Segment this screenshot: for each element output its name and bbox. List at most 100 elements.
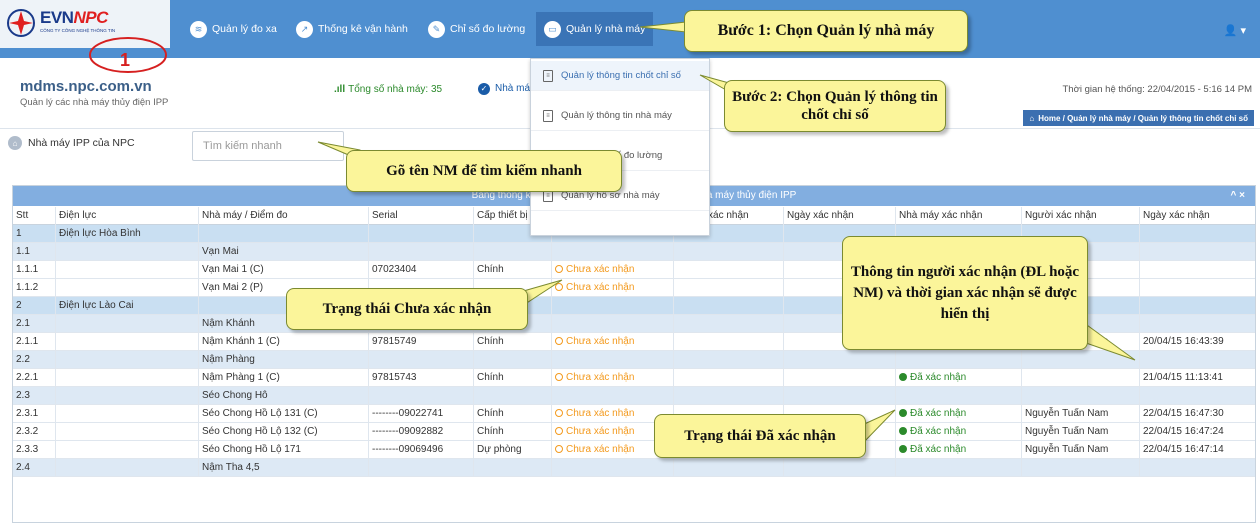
table-cell: Chính	[473, 261, 551, 279]
table-cell	[783, 369, 895, 387]
table-row[interactable]: 2.3.1 Séo Chong Hồ Lộ 131 (C) --------0902…	[13, 405, 1255, 423]
signal-bars-icon: .ıll	[334, 84, 346, 95]
column-header: Nhà máy / Điểm đo	[198, 207, 368, 225]
column-header: Stt	[16, 210, 29, 221]
table-cell	[783, 459, 895, 477]
pending-circle-icon	[555, 337, 563, 345]
table-cell	[895, 387, 1021, 405]
section-title: ⌂ Nhà máy IPP của NPC	[8, 136, 135, 150]
table-cell	[783, 351, 895, 369]
table-cell: 21/04/15 11:13:41	[1139, 369, 1255, 387]
menu-item-plant-info[interactable]: ≡ Quản lý thông tin nhà máy	[531, 101, 709, 131]
table-cell: Chính	[473, 423, 551, 441]
table-cell: --------09069496	[368, 441, 473, 459]
menu-item-index-closing[interactable]: ≡ Quản lý thông tin chốt chỉ số	[531, 61, 709, 91]
table-cell: Nguyễn Tuấn Nam	[1021, 441, 1139, 459]
table-cell	[551, 387, 673, 405]
column-header: Ngày xác nhận	[783, 207, 895, 225]
document-icon: ≡	[543, 110, 553, 122]
table-cell: 22/04/15 16:47:30	[1139, 405, 1255, 423]
table-cell	[673, 297, 783, 315]
check-circle-icon: ✓	[478, 83, 490, 95]
table-row[interactable]: 2.3.2 Séo Chong Hồ Lộ 132 (C) --------0909…	[13, 423, 1255, 441]
table-cell	[55, 423, 198, 441]
table-cell	[368, 351, 473, 369]
nav-measurement-index[interactable]: ✎ Chỉ số đo lường	[428, 12, 525, 46]
breadcrumb[interactable]: ⌂ Home / Quản lý nhà máy / Quản lý thông …	[1023, 110, 1254, 126]
table-cell	[55, 441, 198, 459]
table-cell	[783, 387, 895, 405]
table-cell: 20/04/15 16:43:39	[1139, 333, 1255, 351]
table-cell	[895, 459, 1021, 477]
collapse-close-icons[interactable]: ^ ×	[1231, 186, 1245, 206]
table-cell	[55, 351, 198, 369]
table-cell	[673, 279, 783, 297]
table-cell	[1139, 279, 1255, 297]
status-pending: Chưa xác nhận	[551, 261, 673, 279]
table-cell: Chính	[473, 369, 551, 387]
table-cell: 97815749	[368, 333, 473, 351]
table-cell: Nguyễn Tuấn Nam	[1021, 423, 1139, 441]
table-cell	[1139, 315, 1255, 333]
table-cell: 2.3.2	[16, 426, 39, 437]
table-cell	[55, 261, 198, 279]
nav-operation-stats[interactable]: ↗ Thống kê vận hành	[296, 12, 408, 46]
table-row[interactable]: 2.3.3 Séo Chong Hồ Lộ 171 --------09069496…	[13, 441, 1255, 459]
plant-management-dropdown: ≡ Quản lý thông tin chốt chỉ số ≡ Quản lý …	[530, 58, 710, 236]
folder-icon: ▭	[544, 20, 561, 38]
callout-confirmed-status: Trạng thái Đã xác nhận	[654, 414, 866, 458]
status-pending: Chưa xác nhận	[551, 333, 673, 351]
callout-step1: Bước 1: Chọn Quản lý nhà máy	[684, 10, 968, 52]
table-cell: Vạn Mai	[198, 243, 368, 261]
table-cell	[1139, 387, 1255, 405]
callout-step2: Bước 2: Chọn Quản lý thông tin chốt chỉ …	[724, 80, 946, 132]
table-cell	[1139, 261, 1255, 279]
table-cell	[198, 225, 368, 243]
status-confirmed: Đã xác nhận	[895, 369, 1021, 387]
table-cell: 2.3.3	[16, 444, 39, 455]
check-circle-icon	[899, 373, 907, 381]
table-cell	[473, 243, 551, 261]
table-cell: 2.2	[16, 354, 30, 365]
wifi-icon: ≋	[190, 20, 207, 38]
table-cell: 2.2.1	[16, 372, 39, 383]
nav-plant-management[interactable]: ▭ Quản lý nhà máy	[536, 12, 654, 46]
table-cell: Chính	[473, 333, 551, 351]
table-cell: 2.1	[16, 318, 30, 329]
table-cell	[1139, 297, 1255, 315]
table-cell: 1.1	[16, 246, 30, 257]
nav-remote-metering[interactable]: ≋ Quản lý đo xa	[190, 12, 277, 46]
pending-circle-icon	[555, 409, 563, 417]
table-cell: 22/04/15 16:47:24	[1139, 423, 1255, 441]
table-cell: Nậm Phàng 1 (C)	[198, 369, 368, 387]
pending-circle-icon	[555, 265, 563, 273]
logo-subtitle: CÔNG TY CÔNG NGHỆ THÔNG TIN	[40, 28, 116, 33]
user-icon[interactable]: 👤 ▾	[1224, 24, 1246, 37]
table-cell	[55, 459, 198, 477]
pending-circle-icon	[555, 445, 563, 453]
column-header: Điện lực	[55, 207, 198, 225]
table-cell	[55, 243, 198, 261]
chart-line-icon: ↗	[296, 20, 313, 38]
table-cell	[55, 369, 198, 387]
table-row[interactable]: 2.2.1 Nậm Phàng 1 (C) 97815743 Chính Chưa xá…	[13, 369, 1255, 387]
table-cell: Nậm Tha 4,5	[198, 459, 368, 477]
evn-logo-icon	[7, 9, 35, 37]
table-cell: 1.1.1	[16, 264, 39, 275]
table-cell	[473, 459, 551, 477]
second-stat: ✓ Nhà má	[478, 83, 530, 95]
status-pending: Chưa xác nhận	[551, 279, 673, 297]
status-confirmed: Đã xác nhận	[895, 441, 1021, 459]
table-cell: 2.4	[16, 462, 30, 473]
table-cell: Séo Chong Hồ Lộ 171	[198, 441, 368, 459]
edit-icon: ✎	[428, 20, 445, 38]
search-input[interactable]: Tìm kiếm nhanh	[192, 131, 344, 161]
database-icon: ≡	[543, 70, 553, 82]
table-cell: Điện lực Hòa Bình	[55, 225, 198, 243]
logo[interactable]: EVNNPC CÔNG TY CÔNG NGHỆ THÔNG TIN	[0, 0, 170, 48]
check-circle-icon	[899, 445, 907, 453]
total-plants-stat: .ıll Tổng số nhà máy: 35	[334, 84, 443, 95]
step-number-label: 1	[120, 50, 131, 70]
check-circle-icon	[899, 409, 907, 417]
callout-pending-status: Trạng thái Chưa xác nhận	[286, 288, 528, 330]
